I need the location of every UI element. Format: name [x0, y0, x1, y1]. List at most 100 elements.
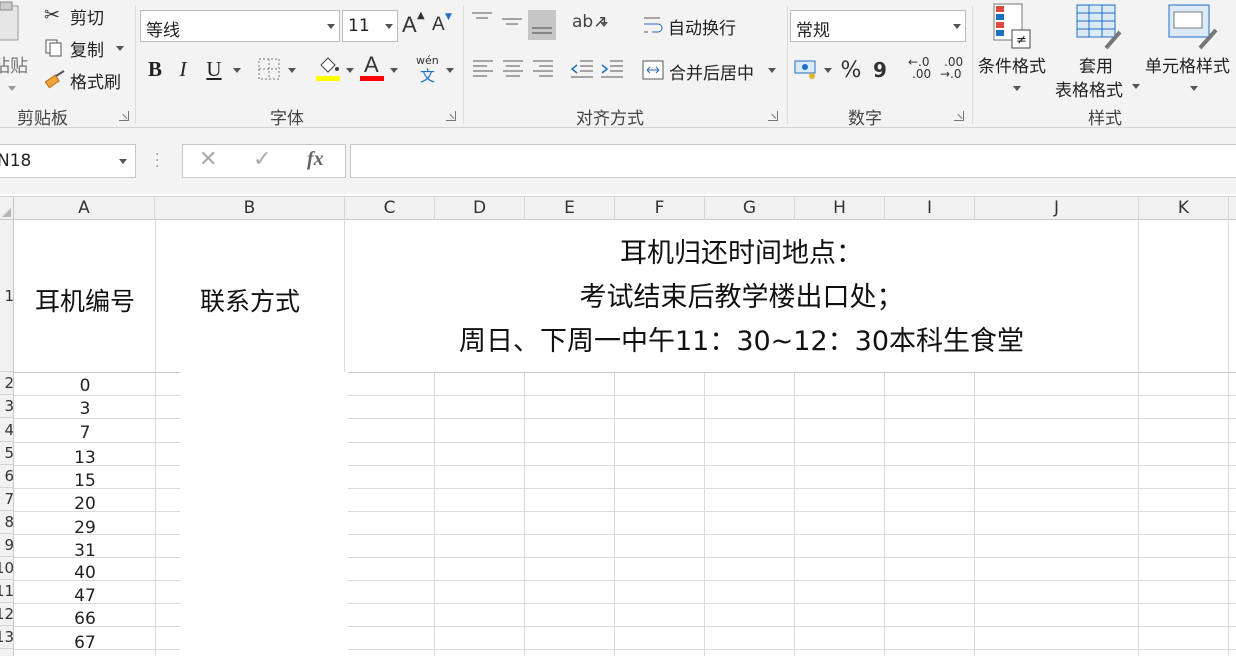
wrap-text-button[interactable]: 自动换行	[642, 12, 752, 39]
increase-decimal-button[interactable]: ←.0 .00	[908, 56, 936, 84]
cell-styles-button[interactable]: 单元格样式	[1144, 2, 1236, 96]
row-header[interactable]: 9	[0, 534, 13, 557]
increase-indent-icon[interactable]	[600, 58, 624, 82]
align-left-icon[interactable]	[472, 58, 494, 82]
column-header-d[interactable]: D	[435, 197, 525, 220]
format-painter-button[interactable]: 格式刷	[44, 68, 128, 93]
column-header-a[interactable]: A	[14, 197, 155, 220]
cancel-icon[interactable]: ✕	[199, 147, 217, 172]
chevron-down-icon	[1013, 86, 1021, 91]
select-all-corner[interactable]	[0, 197, 14, 220]
styles-group-label: 样式	[1088, 109, 1122, 129]
dialog-launcher-icon[interactable]	[954, 111, 964, 121]
column-header-c[interactable]: C	[345, 197, 435, 220]
font-color-button[interactable]: A	[360, 52, 402, 84]
headphone-id-cell[interactable]: 0	[15, 376, 155, 396]
column-header-k[interactable]: K	[1139, 197, 1229, 220]
column-header-g[interactable]: G	[705, 197, 795, 220]
decrease-decimal-bottom: →.0	[940, 67, 962, 81]
conditional-format-icon: ≠	[993, 3, 1031, 49]
row-header[interactable]: 8	[0, 511, 13, 534]
header-contact[interactable]: 联系方式	[156, 282, 344, 318]
formula-input[interactable]	[350, 144, 1236, 178]
insert-function-icon[interactable]: fx	[307, 148, 324, 171]
dialog-launcher-icon[interactable]	[446, 111, 456, 121]
row-header[interactable]: 5	[0, 442, 13, 465]
headphone-id-cell[interactable]: 67	[15, 633, 155, 653]
column-header-i[interactable]: I	[885, 197, 975, 220]
phonetic-guide-button[interactable]: wén 文	[416, 54, 458, 85]
column-header-h[interactable]: H	[795, 197, 885, 220]
row-header[interactable]: 2	[0, 372, 13, 395]
headphone-id-cell[interactable]: 7	[15, 423, 155, 443]
comma-style-button[interactable]: 9	[870, 56, 890, 84]
column-header-e[interactable]: E	[525, 197, 615, 220]
format-as-table-button[interactable]: 套用 表格格式	[1054, 2, 1142, 101]
return-notice[interactable]: 耳机归还时间地点： 考试结束后教学楼出口处； 周日、下周一中午11：30~12：…	[345, 232, 1138, 364]
row-header[interactable]: 1	[0, 220, 13, 372]
row-header[interactable]: 13	[0, 626, 13, 649]
accounting-format-button[interactable]	[794, 58, 834, 84]
headphone-id-cell[interactable]: 31	[15, 541, 155, 561]
gridline	[524, 372, 525, 656]
cut-label: 剪切	[70, 9, 104, 29]
align-middle-icon[interactable]	[500, 10, 524, 32]
italic-button[interactable]: I	[172, 56, 194, 82]
borders-button[interactable]	[258, 58, 302, 82]
align-bottom-button[interactable]	[528, 10, 556, 40]
redacted-contact-area	[180, 372, 348, 656]
column-header-b[interactable]: B	[155, 197, 345, 220]
headphone-id-cell[interactable]: 40	[15, 563, 155, 583]
copy-icon	[45, 39, 62, 57]
number-format-select[interactable]: 常规	[790, 10, 966, 42]
group-divider	[787, 6, 788, 124]
gridline	[614, 372, 615, 656]
cut-button[interactable]: ✂ 剪切	[44, 4, 124, 29]
paste-button[interactable]: 粘贴	[0, 0, 36, 100]
phonetic-bottom: 文	[420, 67, 436, 85]
row-header[interactable]: 3	[0, 395, 13, 418]
chevron-down-icon[interactable]	[233, 68, 241, 73]
headphone-id-cell[interactable]: 47	[15, 586, 155, 606]
headphone-id-cell[interactable]: 29	[15, 518, 155, 538]
enter-check-icon[interactable]: ✓	[253, 147, 271, 172]
row-header[interactable]: 6	[0, 465, 13, 488]
wrap-text-icon	[644, 17, 663, 33]
decrease-font-size-button[interactable]: A ▼	[432, 12, 454, 42]
align-center-icon[interactable]	[502, 58, 524, 82]
bold-button[interactable]: B	[144, 56, 166, 82]
orientation-button[interactable]: ab↗	[572, 12, 612, 36]
copy-button[interactable]: 复制	[44, 36, 128, 61]
font-group-label: 字体	[270, 109, 304, 129]
header-headphone-id[interactable]: 耳机编号	[15, 282, 155, 318]
font-size-select[interactable]: 11	[342, 10, 398, 42]
headphone-id-cell[interactable]: 66	[15, 609, 155, 629]
headphone-id-cell[interactable]: 15	[15, 471, 155, 491]
column-header-f[interactable]: F	[615, 197, 705, 220]
fill-color-button[interactable]	[314, 54, 356, 84]
dialog-launcher-icon[interactable]	[119, 111, 129, 121]
name-box[interactable]: N18	[0, 144, 136, 178]
decrease-decimal-button[interactable]: .00 →.0	[940, 56, 968, 84]
conditional-format-label: 条件格式	[978, 57, 1046, 77]
increase-font-size-button[interactable]: A ▲	[402, 10, 425, 40]
percent-button[interactable]: %	[838, 56, 864, 84]
headphone-id-cell[interactable]: 13	[15, 448, 155, 468]
row-header[interactable]: 11	[0, 580, 13, 603]
column-header-j[interactable]: J	[975, 197, 1139, 220]
paint-bucket-icon	[320, 57, 339, 73]
row-header[interactable]: 4	[0, 418, 13, 442]
row-header[interactable]: 7	[0, 488, 13, 511]
underline-button[interactable]: U	[202, 56, 226, 82]
font-name-select[interactable]: 等线	[140, 10, 340, 42]
decrease-indent-icon[interactable]	[570, 58, 594, 82]
align-top-icon[interactable]	[470, 10, 494, 32]
merge-center-button[interactable]: 合并后居中	[642, 58, 782, 84]
headphone-id-cell[interactable]: 3	[15, 399, 155, 419]
row-header[interactable]: 12	[0, 603, 13, 626]
dialog-launcher-icon[interactable]	[768, 111, 778, 121]
headphone-id-cell[interactable]: 20	[15, 494, 155, 514]
row-header[interactable]: 10	[0, 557, 13, 580]
align-right-icon[interactable]	[532, 58, 554, 82]
conditional-formatting-button[interactable]: ≠ 条件格式	[976, 2, 1052, 96]
